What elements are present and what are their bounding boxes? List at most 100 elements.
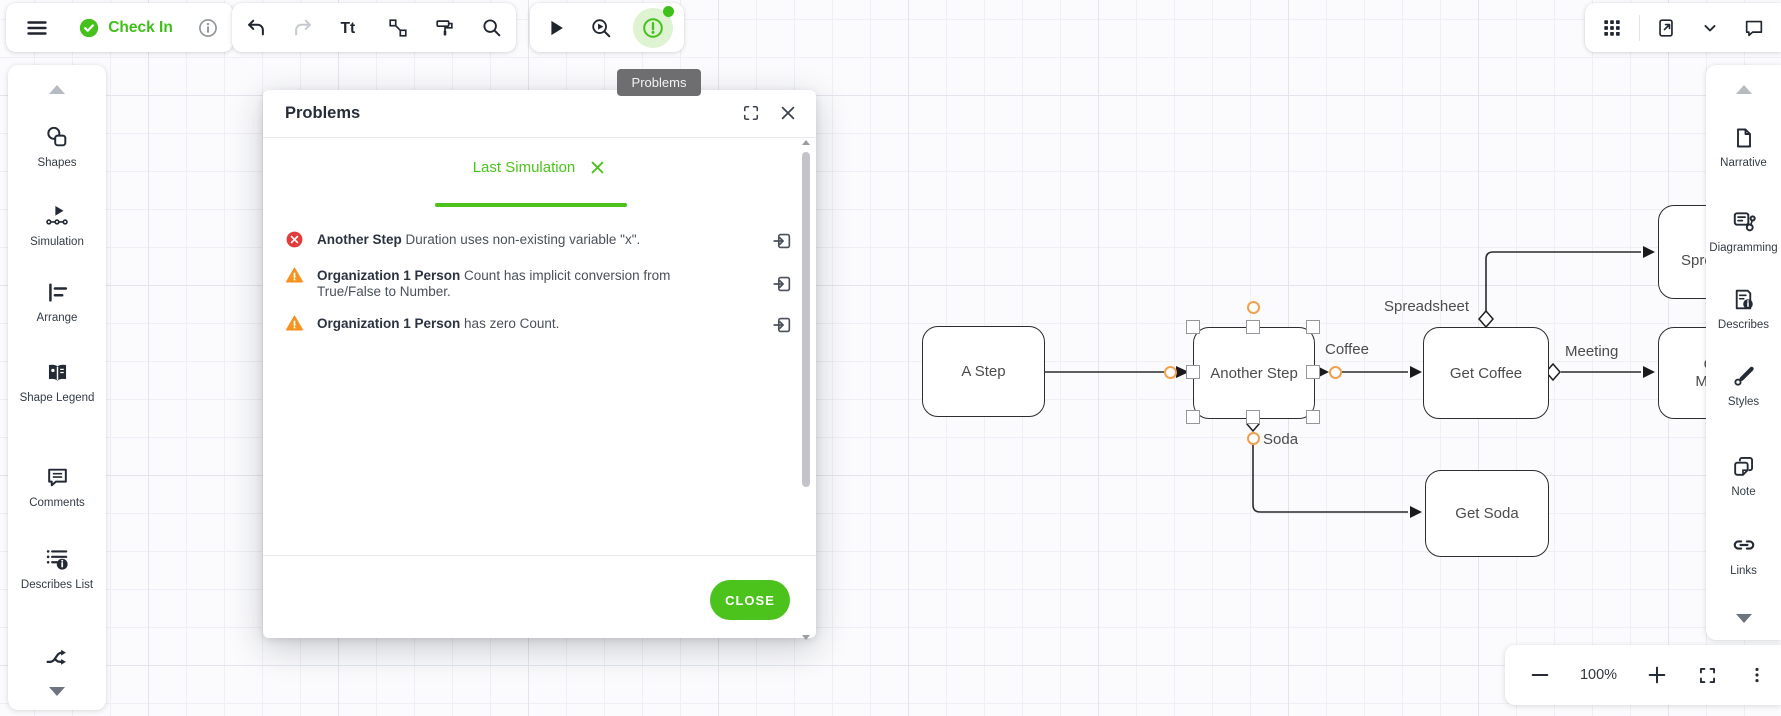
search-icon xyxy=(481,17,503,39)
sidebar-item-comments[interactable]: Comments xyxy=(8,465,106,510)
describes-icon xyxy=(1731,287,1756,312)
text-tool-icon: Tt xyxy=(338,16,362,40)
zoom-level[interactable]: 100% xyxy=(1580,667,1617,683)
hamburger-icon xyxy=(25,16,49,40)
sidebar-scroll-up[interactable] xyxy=(1736,85,1752,94)
sidebar-item-flow[interactable] xyxy=(8,644,106,670)
sidebar-scroll-down[interactable] xyxy=(1736,614,1752,623)
plus-icon xyxy=(1646,664,1668,686)
check-circle-icon xyxy=(78,17,100,39)
tab-last-simulation[interactable]: Last Simulation xyxy=(263,159,816,176)
fit-to-screen-button[interactable] xyxy=(1697,665,1718,686)
toolbar-divider xyxy=(1639,15,1640,41)
info-button[interactable] xyxy=(191,5,225,51)
sidebar-item-narrative[interactable]: Narrative xyxy=(1706,126,1781,170)
export-document-button[interactable] xyxy=(1647,5,1685,51)
shape-legend-book-icon xyxy=(44,360,71,385)
sidebar-item-diagramming[interactable]: Diagramming xyxy=(1706,209,1781,255)
run-simulation-button[interactable] xyxy=(536,5,576,51)
left-sidebar: Shapes Simulation Arrange Shape Legend C… xyxy=(8,65,106,710)
sidebar-item-links[interactable]: Links xyxy=(1706,532,1781,578)
node-get-soda[interactable]: Get Soda xyxy=(1425,470,1549,557)
sidebar-item-styles[interactable]: Styles xyxy=(1706,364,1781,409)
toolbar-main: Check In xyxy=(6,3,233,52)
zoom-out-button[interactable] xyxy=(1529,664,1551,686)
step-simulation-button[interactable] xyxy=(581,5,621,51)
selection-handle[interactable] xyxy=(1186,365,1200,379)
dialog-close-icon-button[interactable] xyxy=(778,103,798,123)
sidebar-item-describes[interactable]: Describes xyxy=(1706,287,1781,332)
sidebar-scroll-down[interactable] xyxy=(49,687,65,696)
node-another-step[interactable]: Another Step xyxy=(1193,327,1315,419)
sidebar-item-shapes[interactable]: Shapes xyxy=(8,125,106,170)
connector-tool-button[interactable] xyxy=(375,5,421,51)
comments-toggle-button[interactable] xyxy=(1734,5,1774,51)
edge-label-coffee[interactable]: Coffee xyxy=(1325,341,1369,358)
edge-label-meeting[interactable]: Meeting xyxy=(1565,343,1618,360)
edge-anotherstep-getsoda xyxy=(1253,443,1408,512)
edge-label-spreadsheet[interactable]: Spreadsheet xyxy=(1384,298,1469,315)
problem-text: Organization 1 Person has zero Count. xyxy=(317,314,689,332)
problem-row[interactable]: Another Step Duration uses non-existing … xyxy=(285,230,689,249)
dialog-expand-button[interactable] xyxy=(741,103,761,123)
selection-handle[interactable] xyxy=(1246,320,1260,334)
problem-row[interactable]: Organization 1 Person has zero Count. xyxy=(285,314,689,333)
connection-point[interactable] xyxy=(1247,301,1260,314)
minus-icon xyxy=(1529,664,1551,686)
sidebar-item-arrange[interactable]: Arrange xyxy=(8,280,106,325)
apps-grid-button[interactable] xyxy=(1592,5,1632,51)
format-painter-button[interactable] xyxy=(422,5,468,51)
problems-dialog-header: Problems xyxy=(263,90,816,138)
redo-button[interactable] xyxy=(280,5,326,51)
dialog-title: Problems xyxy=(285,104,360,123)
connection-point[interactable] xyxy=(1247,432,1260,445)
info-icon xyxy=(197,17,219,39)
text-tool-button[interactable]: Tt xyxy=(327,5,373,51)
dialog-scrollbar[interactable] xyxy=(802,140,811,552)
selection-handle[interactable] xyxy=(1306,365,1320,379)
connection-point[interactable] xyxy=(1329,366,1342,379)
export-options-dropdown[interactable] xyxy=(1693,5,1727,51)
scrollbar-thumb[interactable] xyxy=(802,152,810,487)
sidebar-item-simulation[interactable]: Simulation xyxy=(8,203,106,249)
connector-tool-icon xyxy=(387,17,409,39)
redo-icon xyxy=(292,17,314,39)
play-magnifier-icon xyxy=(590,17,612,39)
selection-handle[interactable] xyxy=(1186,410,1200,424)
sidebar-item-describes-list[interactable]: Describes List xyxy=(8,546,106,592)
check-in-button[interactable]: Check In xyxy=(72,17,179,39)
more-options-button[interactable] xyxy=(1747,665,1767,685)
arrowhead xyxy=(1643,246,1655,258)
selection-handle[interactable] xyxy=(1186,320,1200,334)
problem-row[interactable]: Organization 1 Person Count has implicit… xyxy=(285,266,689,299)
node-a-step[interactable]: A Step xyxy=(922,326,1045,417)
sidebar-item-shape-legend[interactable]: Shape Legend xyxy=(8,360,106,405)
close-button[interactable]: CLOSE xyxy=(710,580,790,620)
sidebar-item-note[interactable]: Note xyxy=(1706,454,1781,499)
error-icon xyxy=(285,230,304,249)
search-button[interactable] xyxy=(469,5,515,51)
sidebar-scroll-up[interactable] xyxy=(49,85,65,94)
align-left-icon xyxy=(45,280,70,305)
selection-handle[interactable] xyxy=(1306,410,1320,424)
go-to-problem-button[interactable] xyxy=(771,314,793,336)
selection-handle[interactable] xyxy=(1246,410,1260,424)
zoom-toolbar: 100% xyxy=(1505,645,1781,705)
toolbar-simulation xyxy=(530,3,684,52)
branch-split-icon xyxy=(44,644,70,670)
tab-close-icon[interactable] xyxy=(589,159,606,176)
undo-button[interactable] xyxy=(233,5,279,51)
scrollbar-down-arrow[interactable] xyxy=(802,635,810,640)
zoom-in-button[interactable] xyxy=(1646,664,1668,686)
connection-point[interactable] xyxy=(1164,366,1177,379)
scrollbar-up-arrow[interactable] xyxy=(802,140,810,145)
check-in-label: Check In xyxy=(108,19,173,37)
node-get-coffee[interactable]: Get Coffee xyxy=(1423,327,1549,419)
go-to-problem-button[interactable] xyxy=(771,230,793,252)
go-to-problem-button[interactable] xyxy=(771,273,793,295)
hamburger-menu-button[interactable] xyxy=(14,5,60,51)
note-copy-icon xyxy=(1731,454,1756,479)
problems-button[interactable] xyxy=(633,8,673,48)
selection-handle[interactable] xyxy=(1306,320,1320,334)
edge-label-soda[interactable]: Soda xyxy=(1263,431,1298,448)
